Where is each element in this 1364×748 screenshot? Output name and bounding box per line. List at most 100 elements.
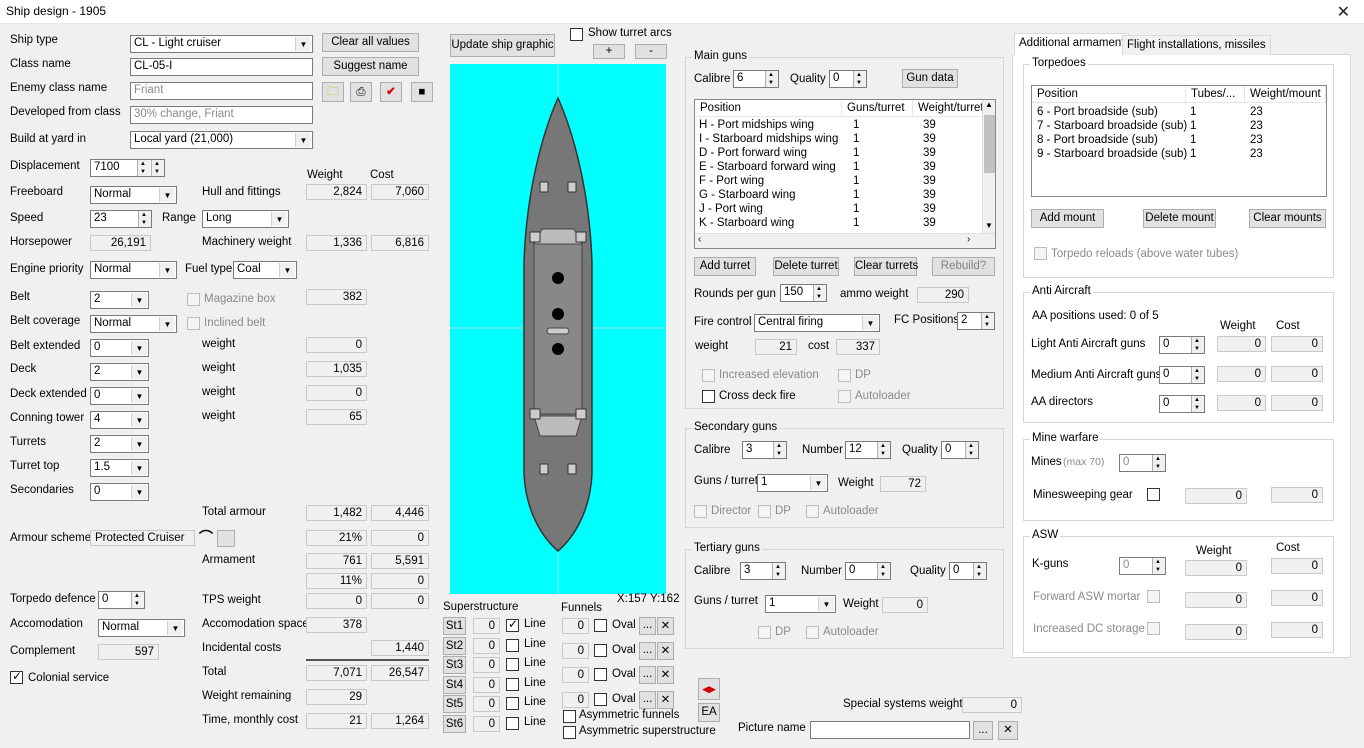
table-row[interactable]: 6 - Port broadside (sub) 1 23 [1032, 106, 1326, 120]
dc-storage-checkbox[interactable] [1147, 622, 1160, 635]
minesweeping-checkbox[interactable] [1147, 488, 1160, 501]
superstructure-button[interactable]: St3 [443, 656, 466, 674]
belt-coverage-select[interactable]: Normal ▼ [90, 315, 177, 333]
tertiary-guns-turret-select[interactable]: 1 ▼ [765, 595, 836, 613]
asw-mortar-checkbox[interactable] [1147, 590, 1160, 603]
column-header-position[interactable]: Position [1032, 86, 1186, 103]
main-autoloader-checkbox[interactable] [838, 390, 851, 403]
displacement-stepper[interactable]: 7100 [90, 159, 165, 177]
increased-elevation-checkbox[interactable] [702, 369, 715, 382]
main-turret-list[interactable]: Position Guns/turret Weight/turret H - P… [694, 99, 996, 249]
scroll-down-icon[interactable]: ▼ [985, 221, 993, 230]
line-checkbox[interactable] [506, 677, 519, 691]
freeboard-select[interactable]: Normal ▼ [90, 186, 177, 204]
belt-extended-select[interactable]: 0 ▼ [90, 339, 149, 357]
main-quality-stepper[interactable]: 0 [829, 70, 867, 88]
line-checkbox[interactable] [506, 697, 519, 710]
browse-picture-button[interactable]: ... [973, 721, 993, 740]
close-icon[interactable]: ✕ [1337, 2, 1350, 22]
developed-from-field[interactable]: 30% change, Friant [130, 106, 313, 124]
clear-turrets-button[interactable]: Clear turrets [854, 257, 918, 276]
remove-funnel-icon[interactable]: ✕ [657, 617, 674, 635]
torpedo-mount-list[interactable]: Position Tubes/... Weight/mount 6 - Port… [1031, 85, 1327, 197]
magazine-box-checkbox[interactable] [187, 293, 200, 306]
tertiary-calibre-stepper[interactable]: 3 [740, 562, 786, 580]
mines-stepper[interactable]: 0 [1119, 454, 1166, 472]
spin-arrows-icon[interactable] [765, 71, 778, 87]
table-row[interactable]: J - Port wing 1 39 [695, 203, 982, 217]
zoom-in-button[interactable]: + [593, 44, 625, 59]
spin-arrows-icon[interactable] [877, 563, 890, 579]
spin-arrows-icon[interactable] [1152, 558, 1165, 574]
gun-data-button[interactable]: Gun data [902, 69, 958, 88]
spin-arrows-icon[interactable] [137, 160, 150, 176]
secondary-autoloader-checkbox[interactable] [806, 505, 819, 518]
deck-select[interactable]: 2 ▼ [90, 363, 149, 381]
table-row[interactable]: G - Starboard wing 1 39 [695, 189, 982, 203]
turret-top-select[interactable]: 1.5 ▼ [90, 459, 149, 477]
inclined-belt-checkbox[interactable] [187, 317, 200, 330]
asymmetric-funnels-checkbox[interactable] [563, 710, 576, 723]
main-dp-checkbox[interactable] [838, 369, 851, 382]
rebuild-button[interactable]: Rebuild? [932, 257, 995, 276]
range-select[interactable]: Long ▼ [202, 210, 289, 228]
spin-arrows-icon[interactable] [1191, 396, 1204, 412]
table-row[interactable]: E - Starboard forward wing 1 39 [695, 161, 982, 175]
column-header-position[interactable]: Position [695, 100, 842, 117]
save-disk-icon[interactable]: ■ [411, 82, 433, 102]
clear-picture-icon[interactable]: ✕ [998, 721, 1018, 740]
scrollbar-thumb[interactable] [984, 115, 995, 173]
light-aa-stepper[interactable]: 0 [1159, 336, 1205, 354]
column-header-weight-mount[interactable]: Weight/mount [1245, 86, 1326, 103]
table-row[interactable]: K - Starboard wing 1 39 [695, 217, 982, 231]
speed-stepper[interactable]: 23 [90, 210, 152, 228]
suggest-name-button[interactable]: Suggest name [322, 57, 419, 76]
accomodation-select[interactable]: Normal ▼ [98, 619, 185, 637]
rounds-per-gun-stepper[interactable]: 150 [780, 284, 827, 302]
superstructure-button[interactable]: St6 [443, 714, 466, 733]
colonial-service-checkbox[interactable] [10, 669, 23, 684]
superstructure-button[interactable]: St1 [443, 617, 466, 635]
funnel-options-button[interactable]: ... [639, 617, 656, 635]
table-row[interactable]: 9 - Starboard broadside (sub) 1 23 [1032, 148, 1326, 162]
torpedo-reloads-checkbox[interactable] [1034, 247, 1047, 260]
spin-arrows-icon[interactable] [772, 563, 785, 579]
oval-checkbox[interactable] [594, 619, 607, 632]
delete-mount-button[interactable]: Delete mount [1143, 209, 1216, 228]
oval-checkbox[interactable] [594, 643, 607, 657]
scroll-up-icon[interactable]: ▲ [985, 100, 993, 109]
secondary-guns-turret-select[interactable]: 1 ▼ [757, 474, 828, 492]
table-row[interactable]: I - Starboard midships wing 1 39 [695, 133, 982, 147]
spin-arrows-icon[interactable] [853, 71, 866, 87]
ship-graphic[interactable] [450, 64, 666, 594]
funnel-options-button[interactable]: ... [639, 666, 656, 684]
secondary-quality-stepper[interactable]: 0 [941, 441, 979, 459]
superstructure-button[interactable]: St4 [443, 675, 466, 694]
update-graphic-button[interactable]: Update ship graphic [450, 34, 555, 57]
tab-flight-installations[interactable]: Flight installations, missiles [1122, 35, 1271, 55]
delete-turret-button[interactable]: Delete turret [773, 257, 839, 276]
table-row[interactable]: H - Port midships wing 1 39 [695, 119, 982, 133]
fuel-type-select[interactable]: Coal ▼ [233, 261, 297, 279]
spin-arrows-icon[interactable] [1191, 337, 1204, 353]
k-guns-stepper[interactable]: 0 [1119, 557, 1166, 575]
line-checkbox[interactable] [506, 617, 519, 632]
spin-arrows-icon[interactable] [877, 442, 890, 458]
column-header-tubes[interactable]: Tubes/... [1186, 86, 1245, 103]
horizontal-scrollbar[interactable]: ‹ › [695, 233, 995, 248]
superstructure-button[interactable]: St5 [443, 695, 466, 713]
fc-positions-stepper[interactable]: 2 [957, 312, 995, 330]
spin-arrows-icon[interactable] [1191, 367, 1204, 383]
column-header-weight-turret[interactable]: Weight/turret [913, 100, 984, 117]
ship-type-select[interactable]: CL - Light cruiser ▼ [130, 35, 313, 53]
superstructure-button[interactable]: St2 [443, 636, 466, 655]
table-row[interactable]: D - Port forward wing 1 39 [695, 147, 982, 161]
line-checkbox[interactable] [506, 658, 519, 671]
aa-directors-stepper[interactable]: 0 [1159, 395, 1205, 413]
spin-arrows-icon[interactable] [138, 211, 151, 227]
oval-checkbox[interactable] [594, 668, 607, 681]
printer-icon[interactable]: ⎙ [350, 82, 372, 102]
zoom-out-button[interactable]: - [635, 44, 667, 59]
table-row[interactable]: 8 - Port broadside (sub) 1 23 [1032, 134, 1326, 148]
spin-arrows-icon[interactable] [981, 313, 994, 329]
